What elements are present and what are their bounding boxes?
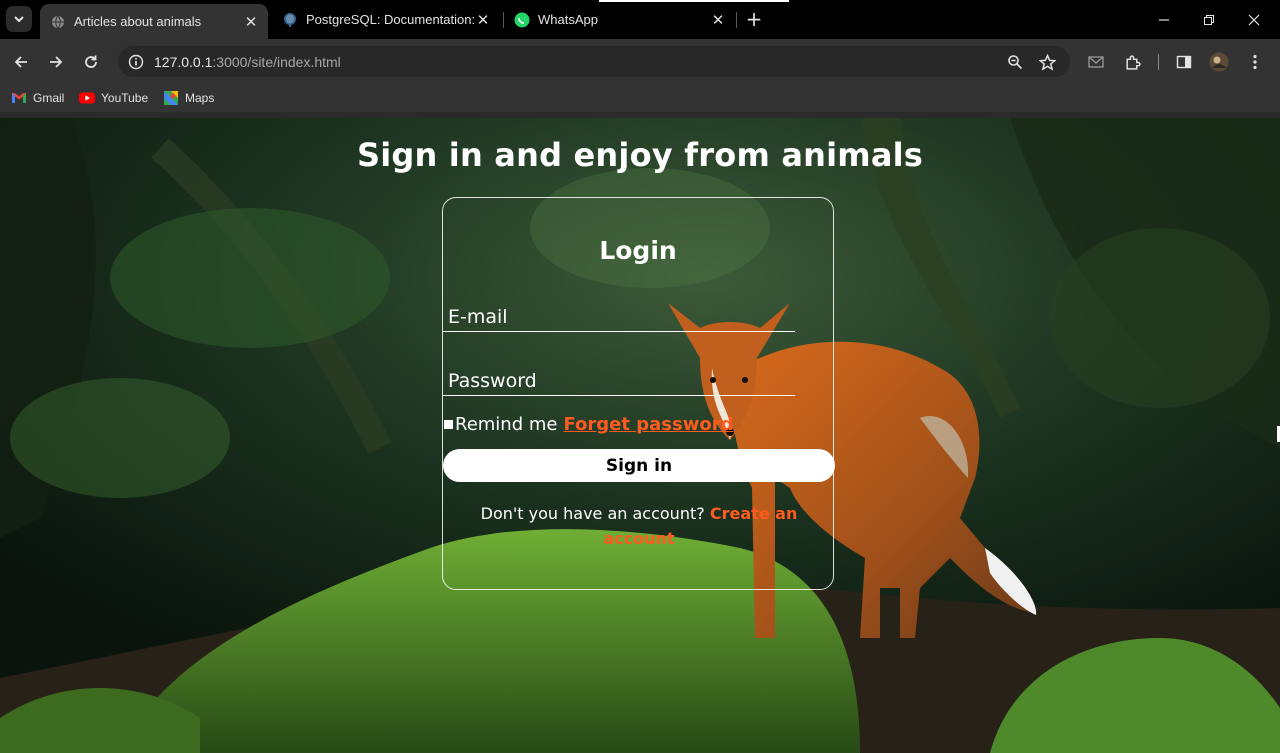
remember-row: Remind me Forget password (443, 412, 733, 436)
tab-strip: Articles about animals ✕ PostgreSQL: Doc… (0, 0, 1280, 39)
close-icon[interactable]: ✕ (474, 11, 492, 29)
password-field (443, 364, 795, 396)
arrow-left-icon (14, 56, 27, 68)
close-icon[interactable]: ✕ (242, 13, 260, 31)
star-icon[interactable] (1036, 51, 1058, 73)
postgresql-icon (282, 12, 298, 28)
page-viewport: Sign in and enjoy from animals Login Rem… (0, 118, 1280, 753)
side-panel-icon[interactable] (1171, 49, 1197, 75)
youtube-icon (79, 91, 95, 105)
bookmark-label: Maps (185, 91, 215, 105)
login-heading: Login (599, 236, 677, 265)
mail-extension-icon[interactable] (1083, 49, 1109, 75)
bookmark-gmail[interactable]: Gmail (11, 89, 64, 107)
url-host: 127.0.0.1 (154, 53, 213, 70)
profile-avatar[interactable] (1206, 49, 1232, 75)
minimize-icon (1159, 18, 1169, 21)
email-field (443, 300, 795, 332)
email-input[interactable] (446, 302, 790, 332)
bookmark-label: YouTube (101, 91, 149, 105)
tab-title: WhatsApp (538, 12, 598, 27)
tab-separator (503, 12, 504, 28)
zoom-icon[interactable] (1004, 51, 1026, 73)
close-window-button[interactable] (1231, 0, 1277, 39)
sign-in-button[interactable]: Sign in (443, 449, 835, 482)
back-button[interactable] (8, 49, 34, 75)
close-icon[interactable]: ✕ (709, 11, 727, 29)
page-title: Sign in and enjoy from animals (356, 136, 924, 174)
bookmark-label: Gmail (33, 91, 65, 105)
remember-checkbox[interactable] (444, 419, 453, 429)
address-bar[interactable]: 127.0.0.1:3000/site/index.html (118, 46, 1070, 77)
forward-button[interactable] (43, 49, 69, 75)
whatsapp-icon (514, 12, 530, 28)
tab-postgresql-docs[interactable]: PostgreSQL: Documentation: 12 ✕ (278, 0, 500, 39)
chevron-down-icon (14, 16, 24, 23)
tab-search-button[interactable] (6, 6, 32, 32)
reload-button[interactable] (78, 49, 104, 75)
toolbar-separator (1158, 54, 1159, 70)
new-tab-button[interactable]: + (743, 7, 765, 31)
signup-prompt: Don't you have an account? Create an acc… (473, 501, 805, 551)
bookmarks-bar: Gmail YouTube Maps (0, 84, 1280, 112)
tab-title: Articles about animals (74, 14, 202, 29)
extensions-icon[interactable] (1119, 49, 1145, 75)
forgot-password-link[interactable]: Forget password (563, 414, 733, 435)
plus-icon: + (745, 7, 763, 31)
site-info-icon[interactable] (126, 52, 146, 72)
url-text: 127.0.0.1:3000/site/index.html (154, 54, 341, 70)
drag-indicator (599, 0, 789, 2)
no-account-text: Don't you have an account? (480, 504, 705, 523)
reload-icon (85, 55, 97, 68)
browser-toolbar: 127.0.0.1:3000/site/index.html (0, 39, 1280, 84)
close-icon (1248, 14, 1260, 25)
url-path: :3000/site/index.html (212, 53, 341, 70)
bookmark-maps[interactable]: Maps (163, 89, 214, 107)
restore-icon (1204, 14, 1214, 25)
tab-articles-about-animals[interactable]: Articles about animals ✕ (40, 4, 268, 39)
remember-label: Remind me (455, 413, 558, 435)
bookmark-youtube[interactable]: YouTube (79, 89, 148, 107)
globe-icon (50, 14, 66, 30)
gmail-icon (11, 91, 27, 105)
more-menu-icon[interactable] (1242, 49, 1268, 75)
tab-whatsapp[interactable]: WhatsApp ✕ (510, 0, 735, 39)
maps-icon (163, 91, 179, 105)
tab-title: PostgreSQL: Documentation: 12 (306, 12, 474, 27)
tab-separator (736, 12, 737, 28)
login-card: Login Remind me Forget password Sign in … (442, 197, 835, 590)
restore-button[interactable] (1186, 0, 1232, 39)
arrow-right-icon (50, 56, 63, 68)
password-input[interactable] (446, 366, 790, 396)
minimize-button[interactable] (1141, 0, 1187, 39)
